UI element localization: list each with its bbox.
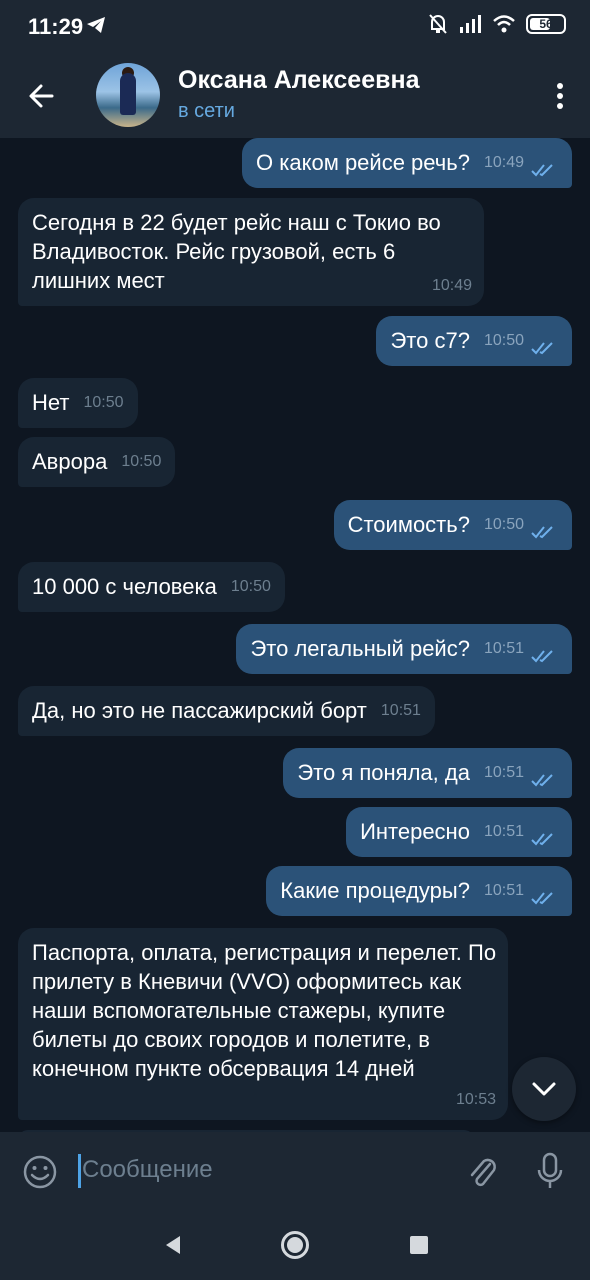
attach-icon[interactable] xyxy=(466,1152,498,1190)
message-text: Это с7? xyxy=(390,328,470,353)
chat-header: Оксана Алексеевна в сети xyxy=(0,52,590,138)
avatar[interactable] xyxy=(96,63,160,127)
nav-home-icon[interactable] xyxy=(281,1231,309,1259)
message-text: Аврора xyxy=(32,449,108,474)
message-input[interactable]: Сообщение xyxy=(82,1156,213,1184)
read-ticks-icon xyxy=(531,833,553,846)
message-outgoing[interactable]: О каком рейсе речь? 10:49 xyxy=(242,138,572,188)
status-time: 11:29 xyxy=(28,14,84,39)
message-time: 10:53 xyxy=(455,1091,496,1108)
mic-icon[interactable] xyxy=(534,1152,566,1190)
scroll-down-button[interactable] xyxy=(512,1057,576,1121)
message-text: Да, но это не пассажирский борт xyxy=(32,698,367,723)
mute-icon xyxy=(429,14,447,34)
message-time: 10:51 xyxy=(483,823,524,840)
read-ticks-icon xyxy=(531,342,553,355)
message-text: Сегодня в 22 будет рейс наш с Токио во В… xyxy=(32,210,441,293)
scroll-down-icon xyxy=(532,1082,556,1096)
read-ticks-icon xyxy=(531,526,553,539)
message-text: Паспорта, оплата, регистрация и перелет.… xyxy=(32,940,497,1081)
text-cursor xyxy=(78,1154,81,1188)
nav-back-icon[interactable] xyxy=(164,1234,182,1256)
message-text: Это я поняла, да xyxy=(297,760,470,785)
message-text: 10 000 с человека xyxy=(32,574,217,599)
message-incoming[interactable]: Да, но это не пассажирский борт 10:51 xyxy=(18,686,435,736)
message-time: 10:50 xyxy=(483,332,524,349)
message-outgoing[interactable]: Какие процедуры? 10:51 xyxy=(266,866,572,916)
message-time: 10:50 xyxy=(483,516,524,533)
message-time: 10:50 xyxy=(230,578,271,595)
message-list[interactable]: О каком рейсе речь? 10:49 Сегодня в 22 б… xyxy=(0,138,590,1132)
message-time: 10:50 xyxy=(121,453,162,470)
message-time: 10:51 xyxy=(483,764,524,781)
message-time: 10:49 xyxy=(431,277,472,294)
message-outgoing[interactable]: Стоимость? 10:50 xyxy=(333,500,572,550)
wifi-icon xyxy=(493,15,515,33)
emoji-icon[interactable] xyxy=(22,1154,58,1190)
message-outgoing[interactable]: Это с7? 10:50 xyxy=(376,316,572,366)
message-text: О каком рейсе речь? xyxy=(256,150,470,175)
message-outgoing[interactable]: Интересно 10:51 xyxy=(346,807,572,857)
message-outgoing[interactable]: Это я поняла, да 10:51 xyxy=(283,748,572,798)
message-text: Это легальный рейс? xyxy=(250,636,470,661)
message-outgoing[interactable]: Это легальный рейс? 10:51 xyxy=(236,624,572,674)
more-vert-icon[interactable] xyxy=(556,82,564,110)
message-incoming[interactable]: Паспорта, оплата, регистрация и перелет.… xyxy=(18,928,508,1120)
message-time: 10:51 xyxy=(483,882,524,899)
status-icons: 56 xyxy=(428,13,566,35)
read-ticks-icon xyxy=(531,774,553,787)
contact-name[interactable]: Оксана Алексеевна xyxy=(178,66,419,95)
message-incoming[interactable]: Нет 10:50 xyxy=(18,378,138,428)
message-incoming[interactable]: Сегодня в 22 будет рейс наш с Токио во В… xyxy=(18,198,484,306)
telegram-icon xyxy=(87,17,105,33)
message-time: 10:51 xyxy=(380,702,421,719)
battery-icon: 56 xyxy=(526,14,566,34)
read-ticks-icon xyxy=(531,164,553,177)
message-time: 10:50 xyxy=(83,394,124,411)
system-nav-bar xyxy=(0,1210,590,1280)
message-time: 10:51 xyxy=(483,640,524,657)
message-text: Интересно xyxy=(360,819,470,844)
back-arrow-icon[interactable] xyxy=(26,80,58,112)
contact-status: в сети xyxy=(178,100,235,122)
message-time: 10:49 xyxy=(483,154,524,171)
message-incoming[interactable]: Аврора 10:50 xyxy=(18,437,176,487)
battery-level: 56 xyxy=(539,17,553,31)
signal-icon xyxy=(460,15,481,33)
message-incoming[interactable]: 10 000 с человека 10:50 xyxy=(18,562,285,612)
status-bar: 11:29 56 xyxy=(0,0,590,52)
read-ticks-icon xyxy=(531,892,553,905)
composer: Сообщение xyxy=(0,1132,590,1210)
message-text: Нет xyxy=(32,390,70,415)
message-text: Стоимость? xyxy=(347,512,470,537)
message-text: Какие процедуры? xyxy=(280,878,470,903)
nav-recents-icon[interactable] xyxy=(410,1236,428,1254)
read-ticks-icon xyxy=(531,650,553,663)
